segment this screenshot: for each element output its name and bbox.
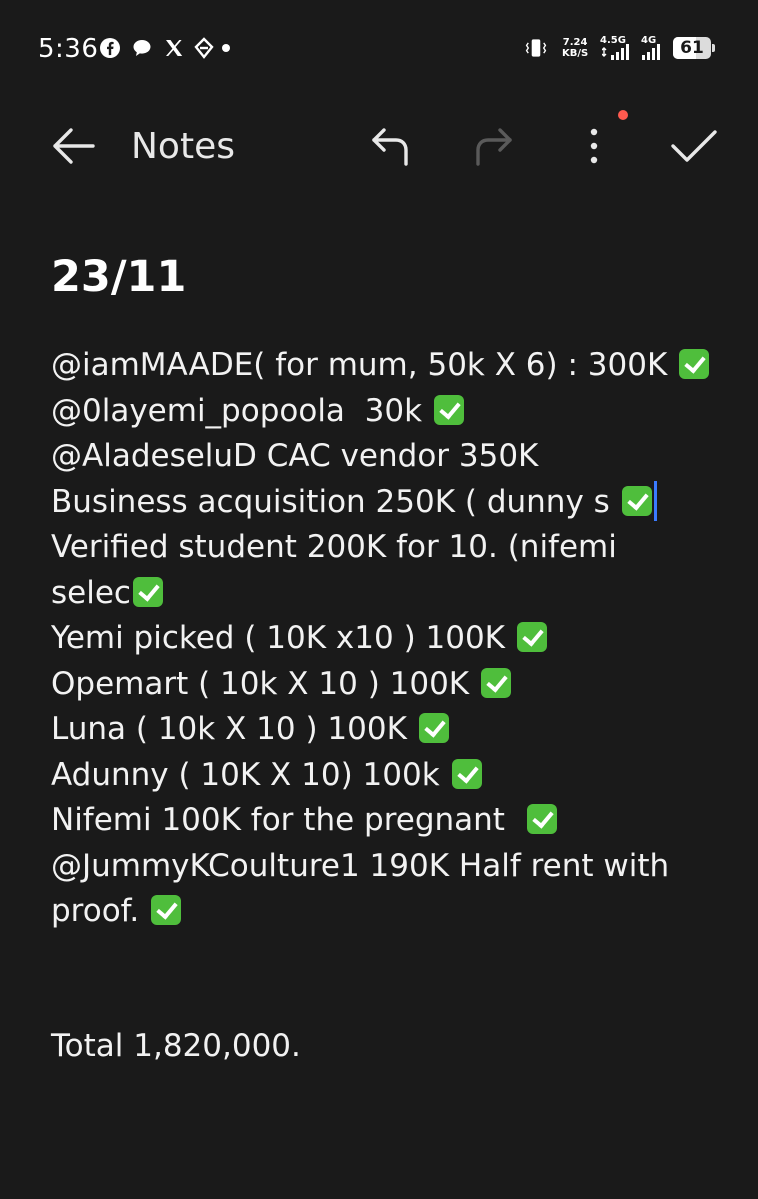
check-mark-icon	[151, 895, 182, 925]
note-date-heading: 23/11	[51, 252, 187, 302]
note-line-text: proof.	[51, 893, 140, 929]
note-line-text: @AladeseluD CAC vendor 350K	[51, 438, 539, 474]
status-bar: 5:36 7.24 KB/S 4.5G 4G 61	[0, 0, 758, 96]
note-line-text: Verified student 200K for 10. (nifemi	[51, 529, 617, 565]
facebook-icon	[98, 36, 122, 60]
note-line-text: @iamMAADE( for mum, 50k X 6) : 300K	[51, 347, 668, 383]
network-speed-unit: KB/S	[562, 48, 589, 59]
note-line: Luna ( 10k X 10 ) 100K	[51, 707, 731, 753]
note-line: @JummyKCoulture1 190K Half rent with	[51, 844, 731, 890]
note-line-text: @0layemi_popoola 30k	[51, 392, 423, 429]
note-total: Total 1,820,000.	[51, 1028, 301, 1064]
note-line: @iamMAADE( for mum, 50k X 6) : 300K	[51, 343, 731, 389]
done-button[interactable]	[666, 118, 722, 174]
undo-button[interactable]	[364, 118, 420, 174]
back-button[interactable]	[44, 118, 100, 174]
arrow-left-icon	[53, 128, 95, 164]
x-logo-icon	[162, 36, 186, 60]
network-speed-value: 7.24	[562, 37, 588, 48]
battery-level: 61	[680, 38, 704, 58]
vibrate-icon	[524, 36, 548, 60]
check-mark-icon	[621, 485, 652, 516]
text-cursor	[653, 480, 657, 521]
notification-dot	[618, 110, 628, 120]
battery-icon: 61	[673, 37, 711, 59]
app-logo-icon	[192, 36, 216, 60]
check-mark-icon	[433, 394, 464, 425]
check-mark-icon	[132, 576, 163, 607]
note-line-text: Adunny ( 10K X 10) 100k	[51, 756, 440, 793]
check-mark-icon	[526, 804, 557, 834]
status-time: 5:36	[38, 34, 99, 64]
more-vertical-icon	[590, 128, 598, 164]
note-line-text: Nifemi 100K for the pregnant	[51, 802, 515, 838]
note-line-text: Yemi picked ( 10K x10 ) 100K	[51, 620, 506, 656]
note-line: Nifemi 100K for the pregnant	[51, 798, 731, 844]
note-line-text: @JummyKCoulture1 190K Half rent with	[51, 847, 670, 884]
network-speed: 7.24 KB/S	[562, 37, 588, 59]
note-line: selec	[51, 571, 731, 617]
chat-bubble-icon	[130, 36, 154, 60]
signal-bars-2-icon	[640, 44, 664, 60]
more-options-button[interactable]	[566, 118, 622, 174]
note-line: @0layemi_popoola 30k	[51, 389, 731, 435]
battery-cap	[712, 44, 715, 52]
check-mark-icon	[451, 758, 482, 789]
note-body[interactable]: @iamMAADE( for mum, 50k X 6) : 300K @0la…	[51, 343, 731, 935]
note-line-text: Luna ( 10k X 10 ) 100K	[51, 711, 407, 747]
check-icon	[671, 130, 717, 162]
note-line: proof.	[51, 889, 731, 935]
note-line: Adunny ( 10K X 10) 100k	[51, 753, 731, 799]
redo-button[interactable]	[464, 118, 520, 174]
check-mark-icon	[516, 622, 547, 652]
check-mark-icon	[481, 667, 511, 698]
check-mark-icon	[418, 713, 449, 743]
redo-icon	[476, 128, 512, 166]
note-line: Yemi picked ( 10K x10 ) 100K	[51, 616, 731, 662]
note-line: Business acquisition 250K ( dunny s	[51, 480, 731, 526]
signal-bars-icon	[602, 44, 632, 60]
more-notifications-dot	[222, 44, 230, 52]
app-title: Notes	[131, 126, 235, 167]
check-mark-icon	[679, 349, 710, 379]
note-line-text: selec	[51, 574, 131, 611]
note-line-text: Business acquisition 250K ( dunny s	[51, 483, 610, 520]
note-line: Opemart ( 10k X 10 ) 100K	[51, 662, 731, 708]
undo-icon	[372, 128, 408, 166]
note-line-text: Opemart ( 10k X 10 ) 100K	[51, 665, 470, 702]
note-line: Verified student 200K for 10. (nifemi	[51, 525, 731, 571]
note-line: @AladeseluD CAC vendor 350K	[51, 434, 731, 480]
